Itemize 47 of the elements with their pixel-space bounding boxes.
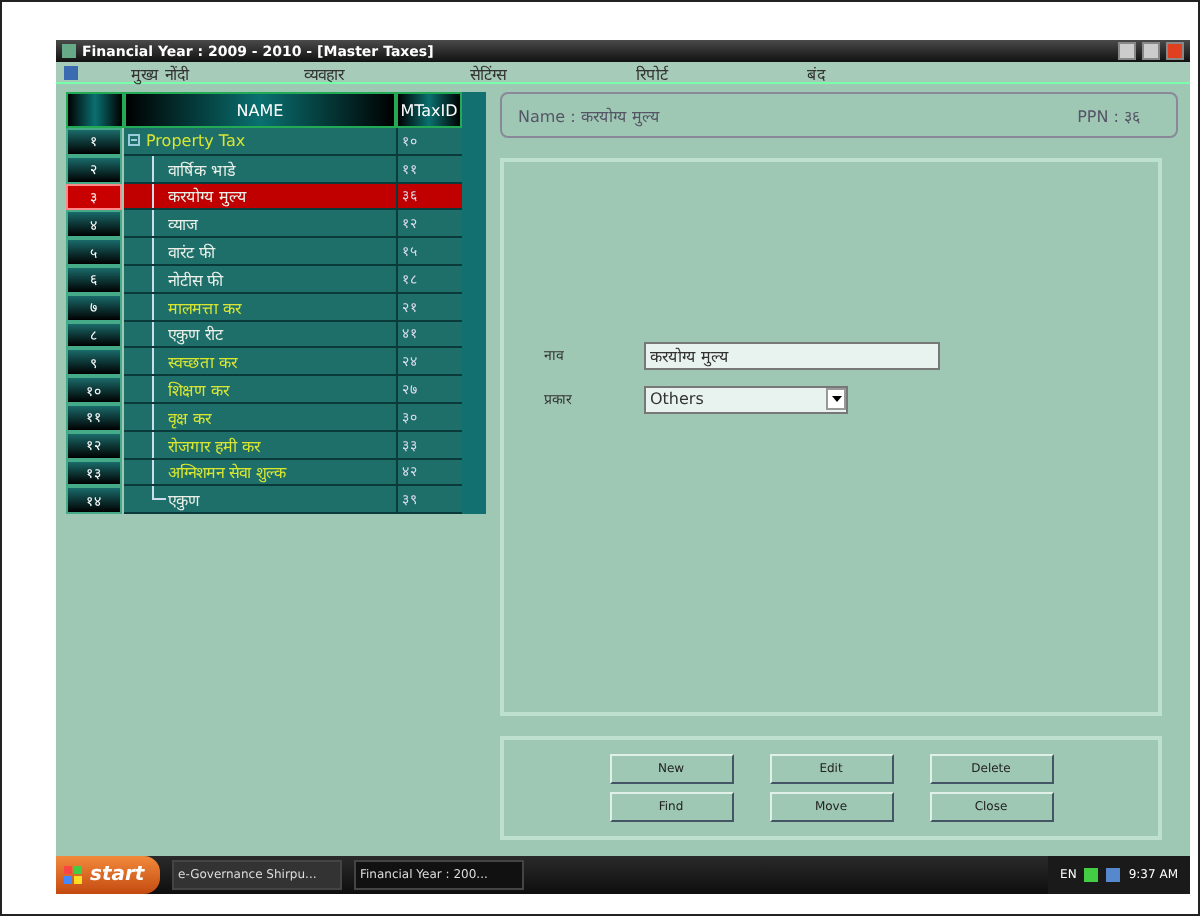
record-name: Name : करयोग्य मुल्य: [518, 105, 660, 126]
tree-item-label: वार्षिक भाडे: [168, 159, 236, 180]
caret-icon: [826, 388, 846, 410]
tree-item[interactable]: रोजगार हमी कर: [124, 431, 396, 460]
tree-item[interactable]: वार्षिक भाडे: [124, 155, 396, 184]
ppn-label: PPN : ३६: [1077, 106, 1140, 126]
column-header: NAME: [124, 92, 396, 128]
menu-item[interactable]: रिपोर्ट: [570, 61, 734, 83]
header-cell: [66, 92, 124, 128]
network-icon[interactable]: [1084, 868, 1099, 882]
tree-item[interactable]: Property Tax: [124, 128, 396, 156]
menu-item[interactable]: मुख्य नोंदी: [78, 61, 242, 83]
tree-item-label: करयोग्य मुल्य: [168, 185, 248, 207]
tree-item-label: अग्निशमन सेवा शुल्क: [168, 461, 287, 483]
menu-item[interactable]: सेटिंग्स: [406, 61, 570, 83]
tree-item-label: एकुण: [168, 490, 200, 511]
tree-item-label: व्याज: [168, 214, 198, 235]
windows-logo-icon: [64, 865, 84, 885]
tree-item-label: स्वच्छता कर: [168, 352, 238, 373]
tree-item-label: शिक्षण कर: [168, 379, 230, 401]
collapse-icon[interactable]: [128, 134, 140, 147]
minimize-button[interactable]: [1118, 42, 1136, 60]
input-field[interactable]: करयोग्य मुल्य: [644, 341, 940, 369]
tree-item[interactable]: वारंट फी: [124, 238, 396, 266]
tree-item-label: Property Tax: [146, 131, 246, 150]
tree-item[interactable]: नोटीस फी: [124, 265, 396, 294]
tree-item[interactable]: शिक्षण कर: [124, 376, 396, 404]
tree-item[interactable]: वृक्ष कर: [124, 403, 396, 432]
column-header: MTaxID: [396, 92, 462, 128]
type-dropdown[interactable]: Others: [644, 385, 848, 413]
maximize-button[interactable]: [1142, 42, 1160, 60]
tree-item-label: मालमत्ता कर: [168, 297, 242, 318]
menu-item[interactable]: व्यवहार: [242, 61, 406, 83]
tree-item[interactable]: स्वच्छता कर: [124, 348, 396, 377]
tree-item[interactable]: व्याज: [124, 210, 396, 239]
tree-item-label: वारंट फी: [168, 241, 216, 263]
monitor-icon[interactable]: [1106, 868, 1121, 882]
tree-item-label: रोजगार हमी कर: [168, 435, 261, 456]
tree-item[interactable]: करयोग्य मुल्य: [124, 183, 396, 211]
tree-item-label: नोटीस फी: [168, 269, 224, 290]
tree-item[interactable]: एकुण: [124, 486, 396, 515]
menu-item[interactable]: बंद: [734, 61, 898, 83]
tree-item[interactable]: एकुण रीट: [124, 321, 396, 349]
tree-item-label: वृक्ष कर: [168, 407, 212, 428]
tree-item[interactable]: अग्निशमन सेवा शुल्क: [124, 459, 396, 487]
tree-item-label: एकुण रीट: [168, 323, 224, 345]
tree-item[interactable]: मालमत्ता कर: [124, 293, 396, 322]
